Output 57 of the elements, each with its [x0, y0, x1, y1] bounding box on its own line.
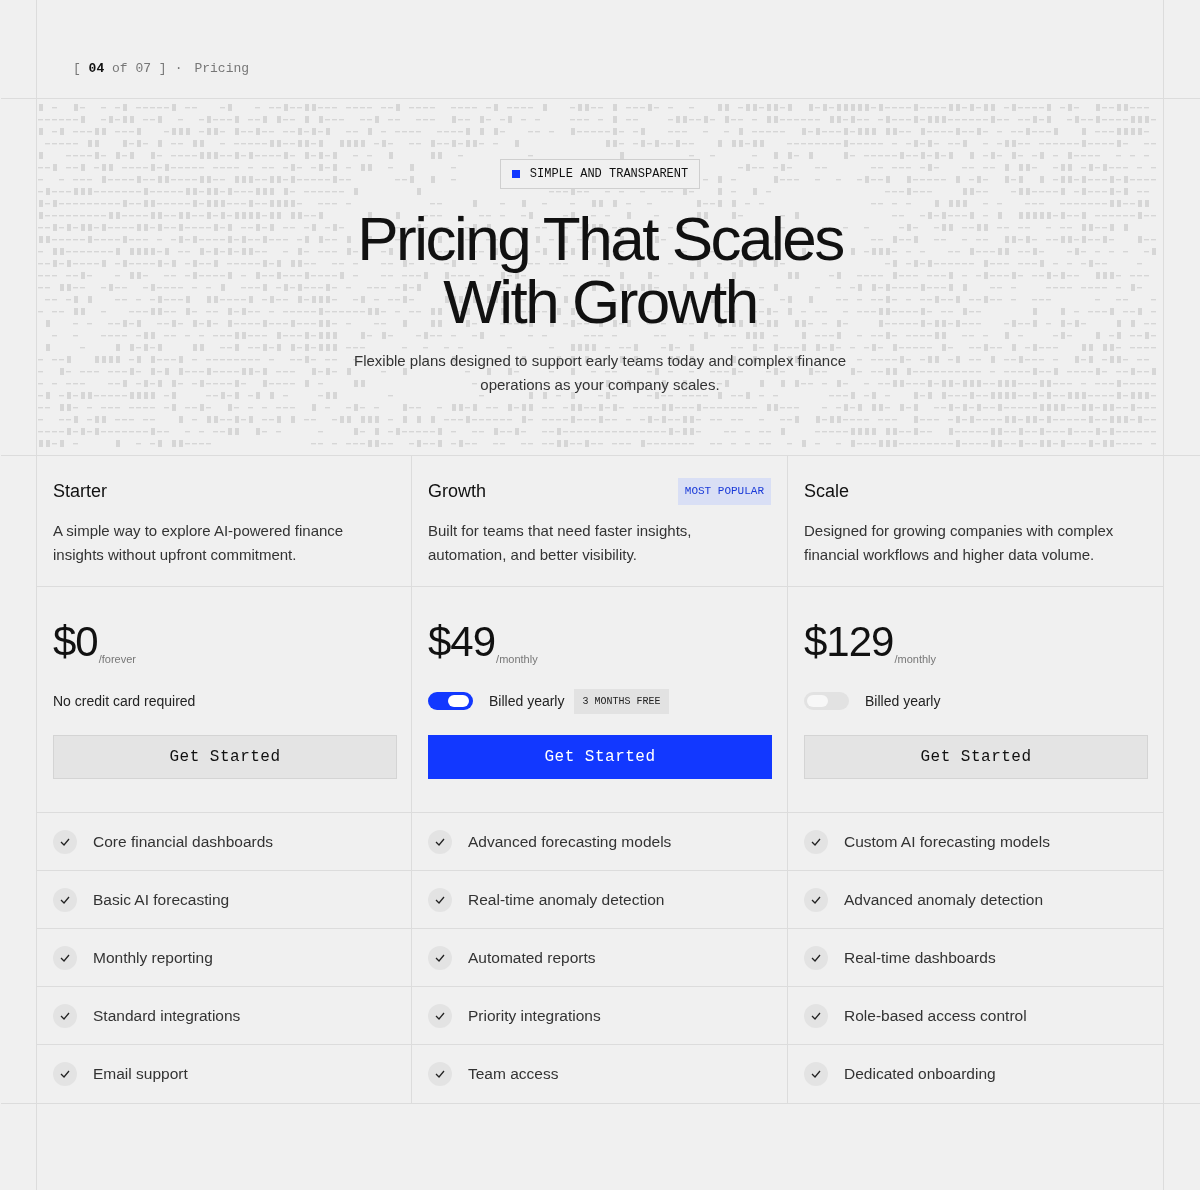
plan-name: Starter	[53, 480, 108, 503]
feature-text: Role-based access control	[844, 1005, 1027, 1026]
feature-text: Advanced forecasting models	[468, 831, 672, 852]
plan-name: Growth	[428, 480, 487, 503]
billing-toggle[interactable]	[428, 692, 473, 710]
popular-tag: MOST POPULAR	[677, 478, 771, 505]
plan-description: Designed for growing companies with complex financial workflows and higher data volume.	[804, 521, 1115, 565]
plan-name: Scale	[804, 480, 850, 503]
hero-subtitle: Flexible plans designed to support early teams today and complex finance operations as your company scales.	[353, 351, 847, 395]
check-icon	[428, 1003, 452, 1028]
section-label: Pricing	[194, 60, 250, 79]
check-icon	[428, 887, 452, 912]
check-icon	[804, 945, 828, 970]
feature-text: Custom AI forecasting models	[844, 831, 1050, 852]
feature-text: Advanced anomaly detection	[844, 889, 1044, 910]
check-icon	[53, 945, 77, 970]
plan-note: No credit card required	[53, 691, 196, 711]
get-started-button[interactable]: Get Started	[53, 735, 397, 779]
toggle-label: Billed yearly	[489, 691, 565, 711]
feature-text: Email support	[93, 1064, 188, 1085]
feature-text: Automated reports	[468, 947, 596, 968]
check-icon	[53, 1062, 77, 1086]
feature-text: Real-time anomaly detection	[468, 889, 665, 910]
feature-text: Standard integrations	[93, 1005, 241, 1026]
check-icon	[428, 1062, 452, 1086]
price-period: /monthly	[894, 651, 936, 667]
toggle-label: Billed yearly	[865, 691, 941, 711]
feature-text: Basic AI forecasting	[93, 889, 230, 910]
check-icon	[53, 829, 77, 854]
feature-text: Real-time dashboards	[844, 947, 996, 968]
feature-text: Monthly reporting	[93, 947, 213, 968]
feature-text: Priority integrations	[468, 1005, 601, 1026]
square-icon	[511, 170, 520, 178]
feature-text: Dedicated onboarding	[844, 1064, 996, 1085]
check-icon	[804, 1003, 828, 1028]
check-icon	[428, 945, 452, 970]
price: $49	[428, 617, 496, 667]
get-started-button[interactable]: Get Started	[804, 735, 1148, 779]
check-icon	[804, 1062, 828, 1086]
get-started-button[interactable]: Get Started	[428, 735, 772, 779]
page-counter: [ 04 of 07 ]	[73, 60, 167, 79]
price: $0	[53, 617, 98, 667]
price-period: /monthly	[496, 651, 538, 667]
price-period: /forever	[98, 651, 136, 667]
check-icon	[428, 829, 452, 854]
plan-description: A simple way to explore AI-powered finance insights without upfront commitment.	[53, 521, 345, 565]
check-icon	[53, 1003, 77, 1028]
check-icon	[53, 887, 77, 912]
plan-description: Built for teams that need faster insights, automation, and better visibility.	[428, 521, 693, 565]
feature-text: Team access	[468, 1064, 559, 1085]
feature-text: Core financial dashboards	[93, 831, 274, 852]
separator-dot: ·	[174, 60, 183, 79]
price: $129	[804, 617, 894, 667]
check-icon	[804, 887, 828, 912]
check-icon	[804, 829, 828, 854]
tag-text: SIMPLE AND TRANSPARENT	[529, 166, 689, 183]
offer-tag: 3 MONTHS FREE	[574, 688, 669, 714]
